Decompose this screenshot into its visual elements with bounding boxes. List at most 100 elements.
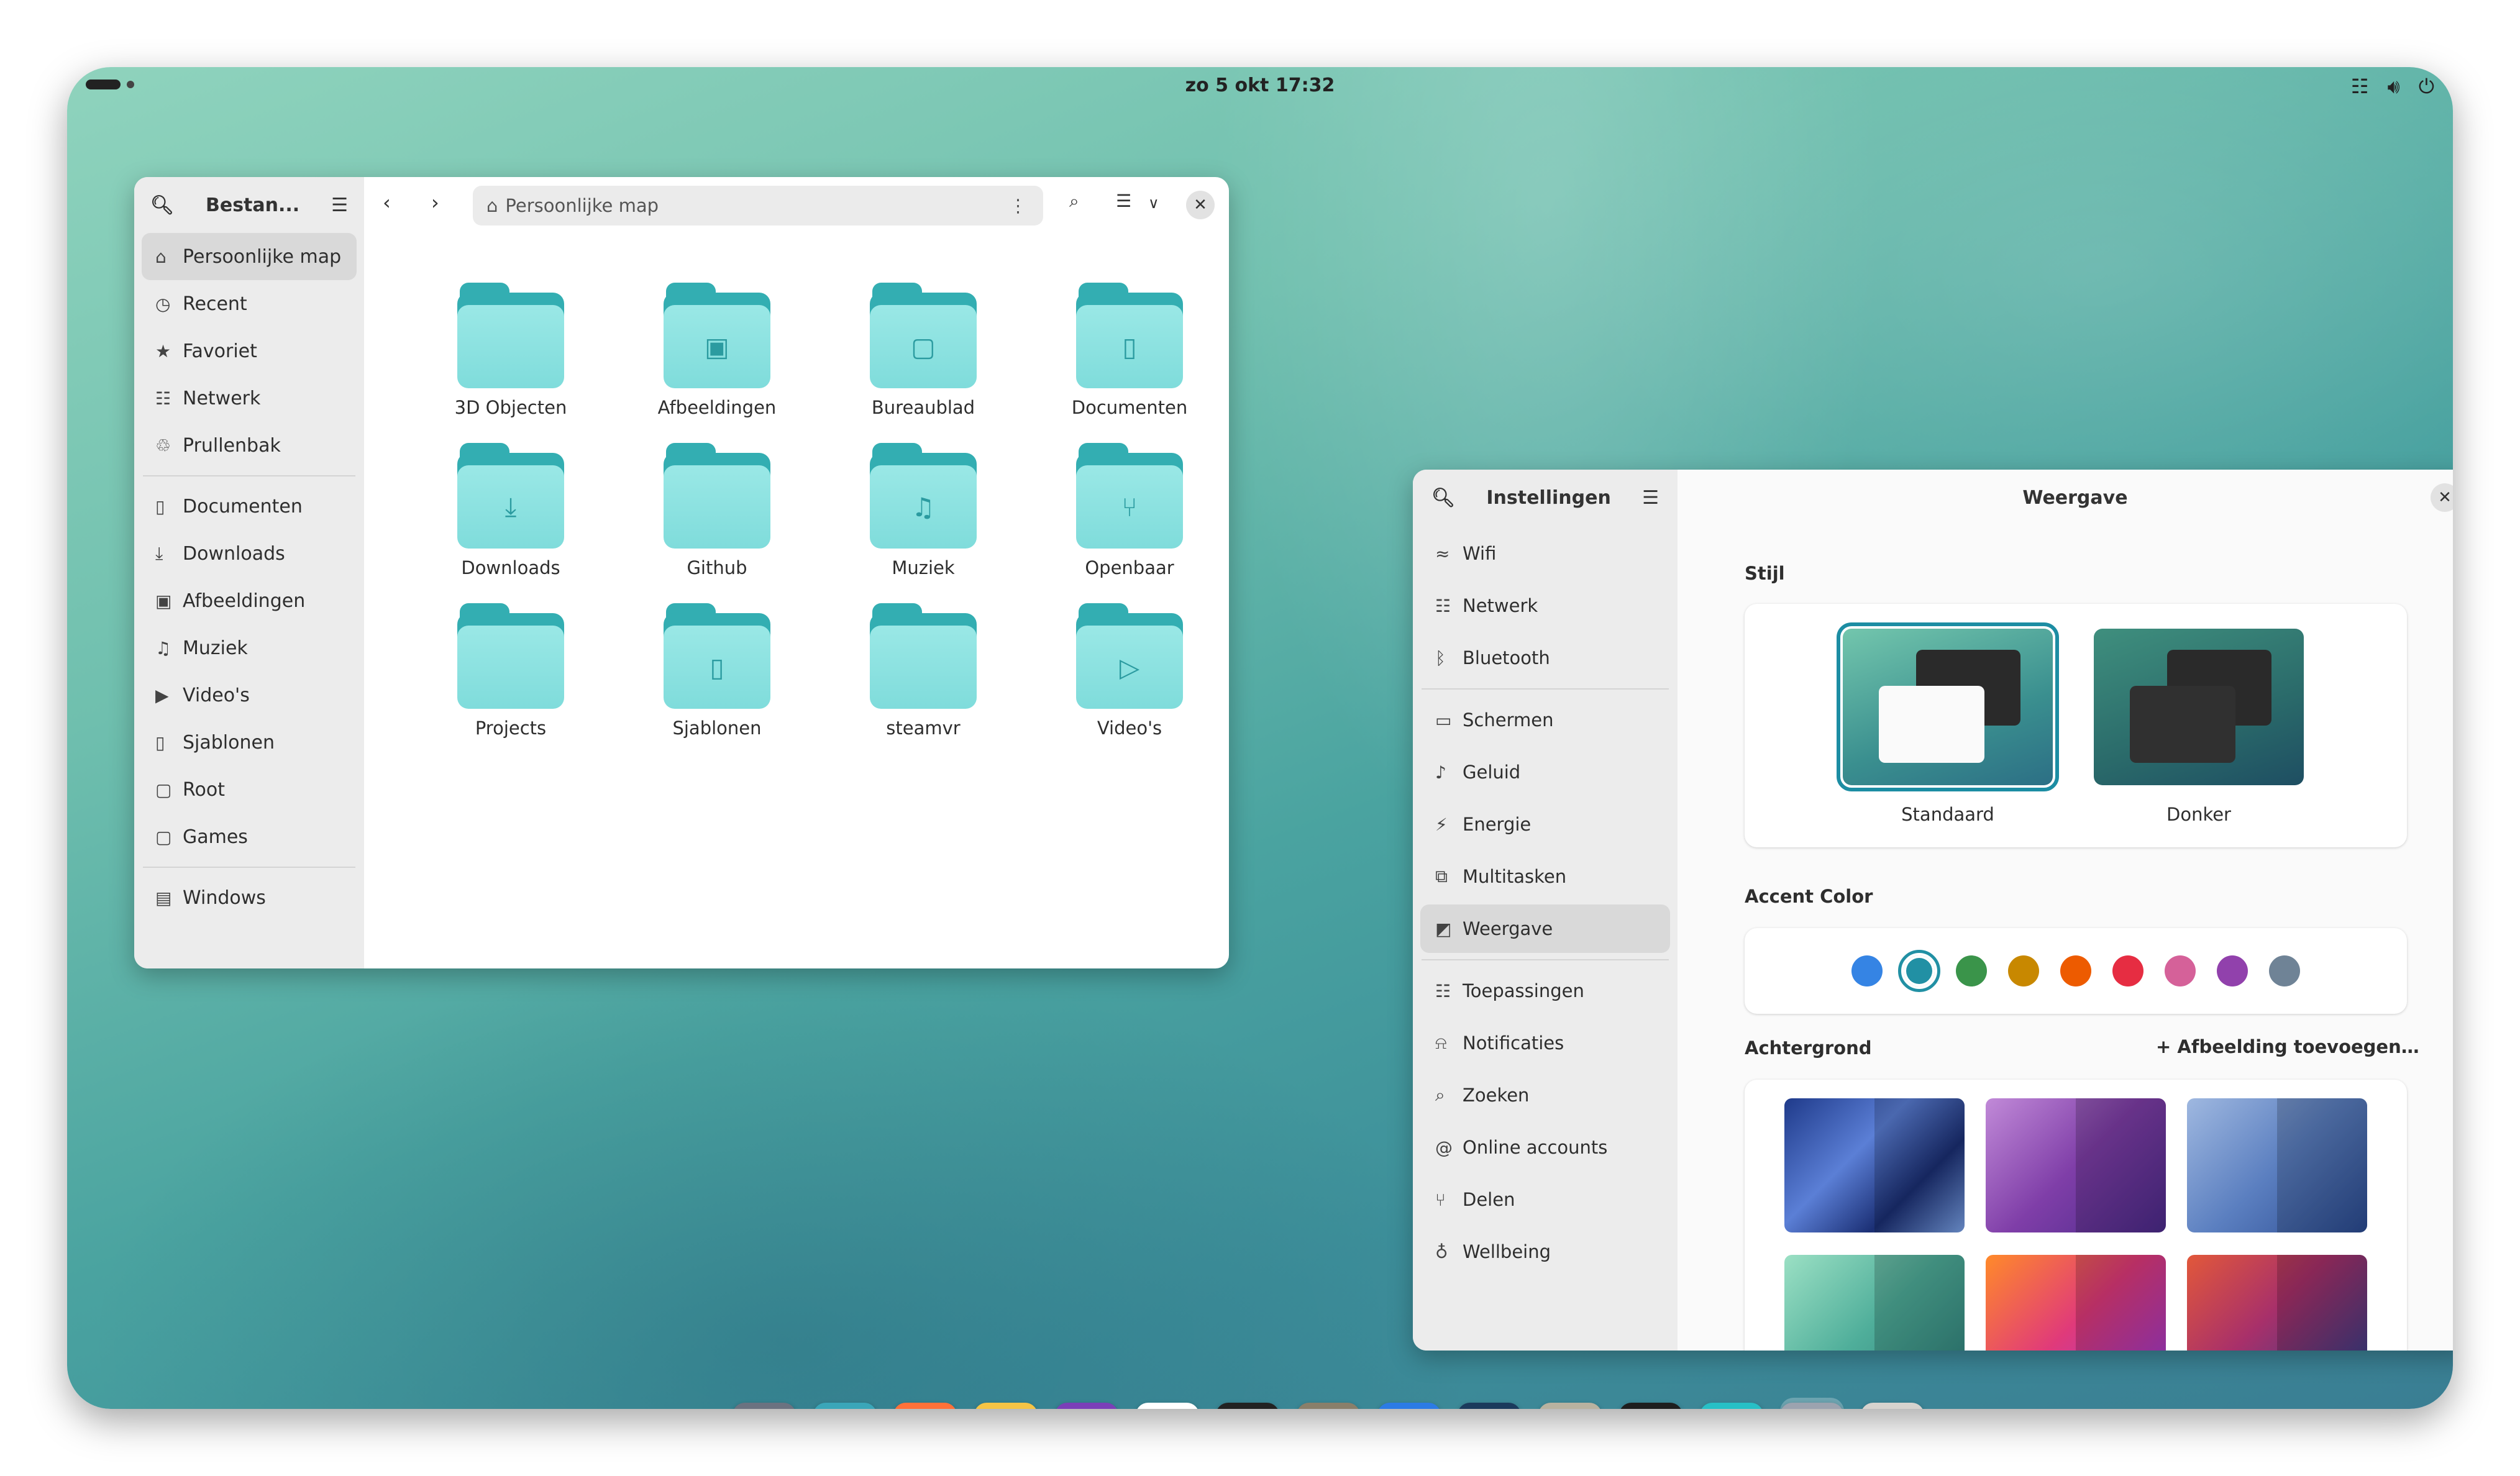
dock-item[interactable]: ▲ [1135,1398,1200,1409]
sidebar-item-toepassingen[interactable]: ☷ Toepassingen [1420,967,1670,1015]
sidebar-item-label: Documenten [183,495,303,517]
back-button[interactable]: ‹ [383,191,391,214]
menu-icon[interactable]: ☰ [1642,487,1659,509]
wallpaper-thumbnail[interactable] [2187,1255,2367,1351]
accent-color-swatch[interactable] [1898,950,1940,992]
wallpaper-thumbnail[interactable] [1784,1255,1965,1351]
folder-item[interactable]: ▢ Bureaublad [820,283,1026,418]
wallpaper-dark-half [2277,1098,2367,1232]
background-card [1745,1080,2407,1351]
sidebar-item-delen[interactable]: ⑂ Delen [1420,1175,1670,1224]
accent-color-swatch[interactable] [2165,955,2196,986]
dock-item[interactable]: ⚙ [1458,1398,1522,1409]
sidebar-item-netwerk[interactable]: ☷ Netwerk [142,375,357,422]
folder-item[interactable]: ⑂ Openbaar [1026,443,1229,578]
dock-item[interactable]: ≡ [813,1398,877,1409]
accent-color-swatch[interactable] [1956,955,1987,986]
sidebar-item-muziek[interactable]: ♫ Muziek [142,624,357,672]
sidebar-item-label: Weergave [1463,918,1553,939]
dock-item[interactable]: ☺ [1296,1398,1361,1409]
sidebar-item-schermen[interactable]: ▭ Schermen [1420,696,1670,744]
wallpaper-thumbnail[interactable] [1784,1098,1965,1232]
dock-item[interactable]: ✸ [1215,1398,1280,1409]
close-button[interactable]: ✕ [1186,191,1215,219]
dock-item[interactable]: ♠ [1377,1398,1441,1409]
chevron-down-icon[interactable]: ∨ [1148,194,1159,212]
accent-color-swatch[interactable] [2217,955,2248,986]
trash-icon: ♲ [155,435,171,456]
dock-item[interactable]: ◕ [893,1398,957,1409]
search-icon[interactable]: 🔍︎ [150,194,174,216]
style-option-standaard[interactable]: Standaard [1837,622,2059,825]
dock-item[interactable]: ▣ [1538,1398,1602,1409]
folder-item[interactable]: Github [614,443,820,578]
dock-item[interactable]: ⚙ [1779,1398,1845,1409]
sidebar-item-notificaties[interactable]: ⍾ Notificaties [1420,1019,1670,1067]
menu-icon[interactable]: ☰ [331,194,348,216]
style-option-donker[interactable]: Donker [2094,629,2304,825]
folder-label: Bureaublad [871,397,975,418]
image-emblem-icon: ▣ [705,331,729,362]
wallpaper-thumbnail[interactable] [2187,1098,2367,1232]
sidebar-separator [143,867,355,868]
search-folder-icon[interactable]: ⌕ [1069,191,1079,212]
forward-button[interactable]: › [431,191,439,214]
sidebar-item-root[interactable]: ▢ Root [142,766,357,813]
folder-item[interactable]: ♫ Muziek [820,443,1026,578]
dock-item[interactable]: >_ [1618,1398,1683,1409]
add-background-button[interactable]: + Afbeelding toevoegen… [2156,1036,2419,1057]
system-tray[interactable]: ☷ 🔊︎ ⏻ [2351,75,2434,99]
sidebar-item-persoonlijke-map[interactable]: ⌂ Persoonlijke map [142,233,357,280]
dock-item[interactable]: ✉ [974,1398,1038,1409]
search-icon[interactable]: 🔍︎ [1431,487,1455,509]
folder-item[interactable]: ▷ Video's [1026,603,1229,739]
sidebar-item-sjablonen[interactable]: ▯ Sjablonen [142,719,357,766]
folder-item[interactable]: ▣ Afbeeldingen [614,283,820,418]
sidebar-item-netwerk[interactable]: ☷ Netwerk [1420,581,1670,630]
sidebar-item-bluetooth[interactable]: ᛒ Bluetooth [1420,634,1670,682]
sidebar-item-label: Afbeeldingen [183,590,306,612]
sidebar-item-downloads[interactable]: ⤓ Downloads [142,530,357,577]
accent-color-swatch[interactable] [2269,955,2300,986]
sidebar-item-online-accounts[interactable]: @ Online accounts [1420,1123,1670,1172]
sidebar-item-recent[interactable]: ◷ Recent [142,280,357,327]
folder-label: 3D Objecten [454,397,567,418]
dock-item[interactable]: ♲ [1860,1398,1925,1409]
sidebar-item-wifi[interactable]: ≈ Wifi [1420,529,1670,578]
accent-color-swatch[interactable] [2008,955,2039,986]
sidebar-item-zoeken[interactable]: ⌕ Zoeken [1420,1071,1670,1119]
wallpaper-thumbnail[interactable] [1986,1255,2166,1351]
folder-item[interactable]: ▯ Sjablonen [614,603,820,739]
folder-label: Sjablonen [672,718,762,739]
sidebar-item-video-s[interactable]: ▶ Video's [142,672,357,719]
sidebar-item-wellbeing[interactable]: ♁ Wellbeing [1420,1228,1670,1276]
sidebar-item-documenten[interactable]: ▯ Documenten [142,483,357,530]
sidebar-item-windows[interactable]: ▤ Windows [142,874,357,921]
sidebar-item-afbeeldingen[interactable]: ▣ Afbeeldingen [142,577,357,624]
sidebar-item-games[interactable]: ▢ Games [142,813,357,860]
folder-item[interactable]: ▯ Documenten [1026,283,1229,418]
path-menu-icon[interactable]: ⋮ [1009,195,1027,216]
dock-item[interactable]: ▦ [1054,1398,1119,1409]
path-bar[interactable]: ⌂ Persoonlijke map ⋮ [473,186,1043,226]
sidebar-item-multitasken[interactable]: ⧉ Multitasken [1420,852,1670,901]
folder-item[interactable]: steamvr [820,603,1026,739]
sidebar-item-energie[interactable]: ⚡ Energie [1420,800,1670,849]
dock-item[interactable]: ➤ [732,1398,797,1409]
accent-color-swatch[interactable] [1851,955,1883,986]
view-list-icon[interactable]: ☰ [1116,191,1131,211]
folder-item[interactable]: Projects [408,603,614,739]
sidebar-item-label: Persoonlijke map [183,245,342,268]
sidebar-item-prullenbak[interactable]: ♲ Prullenbak [142,422,357,469]
sidebar-item-geluid[interactable]: ♪ Geluid [1420,748,1670,796]
folder-item[interactable]: ⤓ Downloads [408,443,614,578]
sidebar-item-weergave[interactable]: ◩ Weergave [1420,904,1670,953]
accent-color-swatch[interactable] [2060,955,2091,986]
clock[interactable]: zo 5 okt 17:32 [67,75,2453,96]
wallpaper-thumbnail[interactable] [1986,1098,2166,1232]
folder-item[interactable]: 3D Objecten [408,283,614,418]
sidebar-item-favoriet[interactable]: ★ Favoriet [142,327,357,375]
accent-color-swatch[interactable] [2112,955,2143,986]
dock-item[interactable]: ◉ [1699,1398,1764,1409]
style-section-title: Stijl [1745,563,1785,584]
